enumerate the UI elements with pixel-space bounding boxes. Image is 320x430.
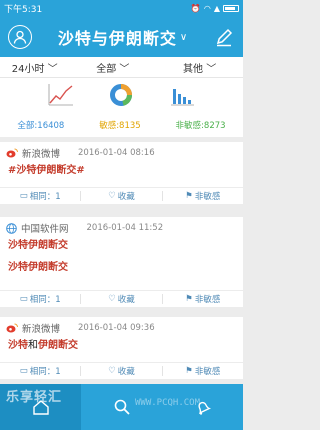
status-bar: 下午5:31 ⏰ ◠ ▲ [0,0,243,17]
chevron-down-icon: ∨ [179,31,188,43]
bottom-nav [0,384,243,430]
filter-other-label: 其他 [183,63,203,75]
app-header: 沙特与伊朗断交 ∨ [0,17,243,57]
item-title-part: 伊朗断交 [38,340,78,351]
count-sensitive[interactable]: 敏感:8135 [99,119,141,131]
same-count-label: 相同：1 [29,192,61,202]
list-item[interactable]: 新浪微博 2016-01-04 08:16 #沙特伊朗断交# ▭ 相同：1 ♡ … [0,142,243,204]
globe-icon [6,222,17,234]
filter-other-dropdown[interactable]: 其他 ﹀ [156,60,243,75]
item-date: 2016-01-04 09:36 [78,323,155,333]
item-title-part: 和 [28,340,38,351]
book-icon: ▭ [19,366,28,376]
item-title: #沙特伊朗断交# [8,165,85,176]
same-count-button[interactable]: ▭ 相同：1 [0,294,82,305]
favorite-label: 收藏 [117,192,135,202]
page-title: 沙特与伊朗断交 [57,29,177,48]
status-time: 下午5:31 [4,5,43,15]
edit-button[interactable] [213,26,235,48]
chevron-down-icon: ﹀ [119,63,130,75]
heart-icon: ♡ [108,191,116,201]
item-actions: ▭ 相同：1 ♡ 收藏 ⚑ 非敏感 [0,187,243,204]
item-actions: ▭ 相同：1 ♡ 收藏 ⚑ 非敏感 [0,362,243,379]
pie-chart-icon[interactable] [109,83,133,111]
count-all[interactable]: 全部:16408 [17,119,64,131]
item-title-part: 沙特 [8,340,28,351]
count-non-sensitive[interactable]: 非敏感:8273 [176,119,226,131]
book-icon: ▭ [19,191,28,201]
item-meta: 新浪微博 2016-01-04 09:36 [0,317,243,335]
non-sensitive-button[interactable]: ⚑ 非敏感 [163,294,243,305]
nav-search[interactable] [81,384,162,430]
item-title: 沙特伊朗断交 [8,240,68,251]
status-icons: ⏰ ◠ ▲ [191,4,239,13]
filter-scope-label: 全部 [96,63,117,75]
home-icon [32,400,49,415]
non-sensitive-label: 非敏感 [194,367,221,377]
item-date: 2016-01-04 11:52 [86,223,164,233]
same-count-label: 相同：1 [29,367,61,377]
item-date: 2016-01-04 08:16 [78,148,155,158]
filter-bar: 24小时 ﹀ 全部 ﹀ 其他 ﹀ [0,57,243,77]
trend-chart-icon[interactable] [48,83,74,111]
nav-alerts[interactable] [162,384,243,430]
flag-icon: ⚑ [185,294,193,304]
weibo-icon [6,148,18,158]
non-sensitive-label: 非敏感 [194,192,221,202]
favorite-label: 收藏 [117,367,135,377]
item-meta: 中国软件网 2016-01-04 11:52 [0,217,243,235]
item-source: 新浪微博 [22,324,61,335]
favorite-button[interactable]: ♡ 收藏 [81,191,163,202]
user-icon [13,30,27,44]
item-source: 中国软件网 [21,224,69,235]
topic-selector[interactable]: 沙特与伊朗断交 ∨ [58,25,187,49]
wifi-icon: ◠ [203,4,211,13]
item-title: 沙特和伊朗断交 [0,335,243,357]
pencil-icon [216,28,233,47]
stats-panel: 全部:16408 敏感:8135 非敏感:8273 [0,77,243,137]
weibo-icon [6,323,18,333]
filter-time-label: 24小时 [11,63,45,75]
favorite-button[interactable]: ♡ 收藏 [81,294,163,305]
alarm-icon: ⏰ [190,4,201,13]
battery-icon [223,5,239,12]
favorite-label: 收藏 [117,295,135,305]
list-item[interactable]: 中国软件网 2016-01-04 11:52 沙特伊朗断交 沙特伊朗断交 ▭ 相… [0,217,243,307]
non-sensitive-button[interactable]: ⚑ 非敏感 [163,191,243,202]
same-count-label: 相同：1 [29,295,61,305]
heart-icon: ♡ [108,366,116,376]
item-actions: ▭ 相同：1 ♡ 收藏 ⚑ 非敏感 [0,290,243,307]
item-meta: 新浪微博 2016-01-04 08:16 [0,142,243,160]
non-sensitive-button[interactable]: ⚑ 非敏感 [163,366,243,377]
search-icon [114,399,130,415]
stat-counts: 全部:16408 敏感:8135 非敏感:8273 [0,116,243,134]
heart-icon: ♡ [108,294,116,304]
signal-icon: ▲ [213,4,220,13]
bar-chart-icon[interactable] [169,83,195,111]
bell-icon [197,401,211,415]
non-sensitive-label: 非敏感 [194,295,221,305]
chevron-down-icon: ﹀ [47,63,58,75]
favorite-button[interactable]: ♡ 收藏 [81,366,163,377]
filter-time-dropdown[interactable]: 24小时 ﹀ [0,60,69,75]
item-summary: 沙特伊朗断交 [8,262,68,273]
profile-avatar[interactable] [8,25,32,49]
chevron-down-icon: ﹀ [206,63,217,75]
flag-icon: ⚑ [185,191,193,201]
list-item[interactable]: 新浪微博 2016-01-04 09:36 沙特和伊朗断交 ▭ 相同：1 ♡ 收… [0,317,243,379]
nav-home[interactable] [0,384,81,430]
stat-icons-row [0,78,243,116]
item-source: 新浪微博 [22,149,61,160]
flag-icon: ⚑ [185,366,193,376]
book-icon: ▭ [19,294,28,304]
filter-scope-dropdown[interactable]: 全部 ﹀ [69,60,156,75]
same-count-button[interactable]: ▭ 相同：1 [0,366,82,377]
same-count-button[interactable]: ▭ 相同：1 [0,191,82,202]
